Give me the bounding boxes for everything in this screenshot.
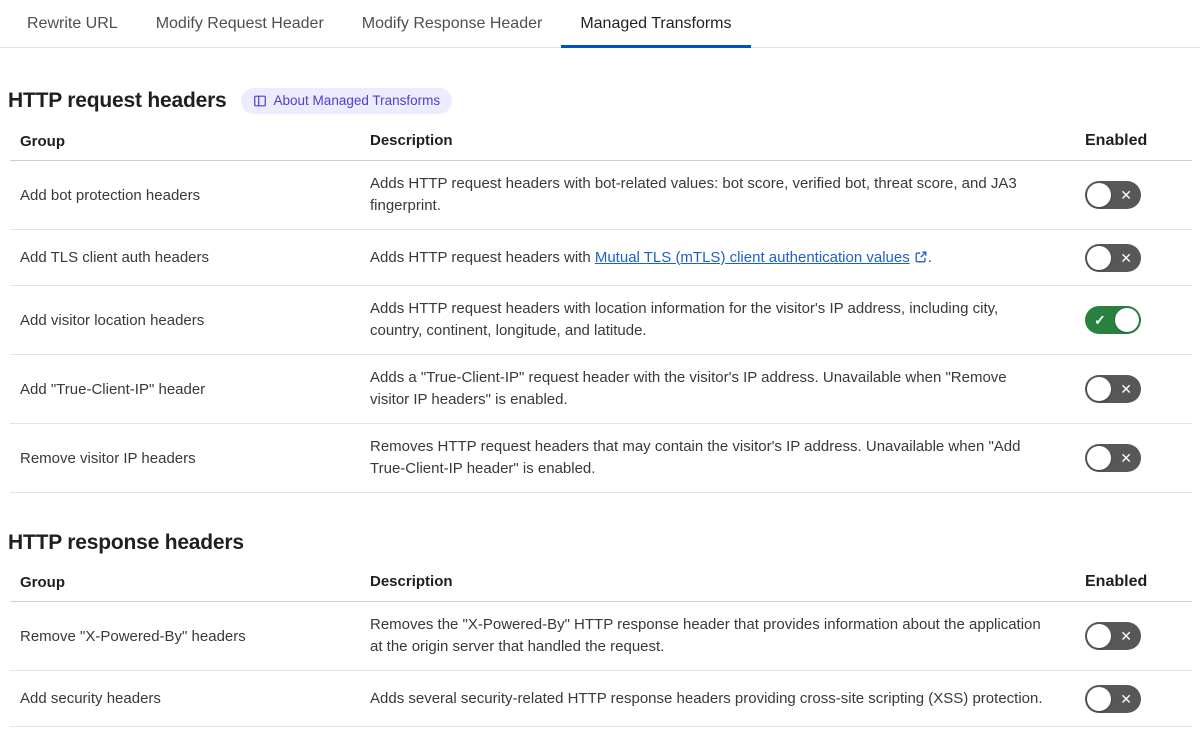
toggle-remove-x-powered-by-headers[interactable]: ✕ ✓: [1085, 622, 1141, 650]
toggle-knob: [1115, 308, 1139, 332]
table-row: Add TLS client auth headers Adds HTTP re…: [10, 230, 1192, 286]
column-header-group: Group: [20, 573, 65, 591]
column-header-enabled: Enabled: [1085, 132, 1148, 149]
book-icon: [253, 94, 267, 108]
toggle-knob: [1087, 377, 1111, 401]
table-row: Add visitor location headers Adds HTTP r…: [10, 286, 1192, 355]
request-table-header-row: Group Description Enabled: [10, 126, 1192, 161]
description-cell: Adds HTTP request headers with Mutual TL…: [370, 248, 932, 266]
table-row: Add security headers Adds several securi…: [10, 671, 1192, 727]
table-row: Add bot protection headers Adds HTTP req…: [10, 161, 1192, 230]
description-cell: Removes HTTP request headers that may co…: [370, 438, 1021, 477]
group-cell: Add "True-Client-IP" header: [20, 380, 206, 398]
tab-rewrite-url[interactable]: Rewrite URL: [8, 0, 137, 47]
x-icon: ✕: [1120, 381, 1132, 397]
check-icon: ✓: [1094, 312, 1106, 328]
response-section-title: HTTP response headers: [8, 531, 244, 554]
x-icon: ✕: [1120, 187, 1132, 203]
group-cell: Remove visitor IP headers: [20, 449, 196, 467]
column-header-group: Group: [20, 132, 65, 150]
description-cell: Adds a "True-Client-IP" request header w…: [370, 369, 1007, 408]
tab-modify-request-header[interactable]: Modify Request Header: [137, 0, 343, 47]
description-cell: Removes the "X-Powered-By" HTTP response…: [370, 616, 1041, 655]
column-header-enabled: Enabled: [1085, 573, 1148, 590]
group-cell: Add bot protection headers: [20, 186, 201, 204]
request-section-title: HTTP request headers: [8, 89, 227, 112]
x-icon: ✕: [1120, 628, 1132, 644]
toggle-remove-visitor-ip-headers[interactable]: ✕ ✓: [1085, 444, 1141, 472]
table-row: Add "True-Client-IP" header Adds a "True…: [10, 355, 1192, 424]
request-section-header: HTTP request headers About Managed Trans…: [0, 88, 1200, 114]
group-cell: Add security headers: [20, 690, 161, 707]
toggle-add-bot-protection-headers[interactable]: ✕ ✓: [1085, 181, 1141, 209]
description-cell: Adds several security-related HTTP respo…: [370, 689, 1043, 707]
mtls-authentication-link[interactable]: Mutual TLS (mTLS) client authentication …: [595, 249, 928, 266]
description-cell: Adds HTTP request headers with bot-relat…: [370, 175, 1017, 214]
tab-bar: Rewrite URL Modify Request Header Modify…: [0, 0, 1200, 48]
request-headers-table: Group Description Enabled Add bot protec…: [10, 126, 1192, 493]
toggle-knob: [1087, 446, 1111, 470]
tab-managed-transforms[interactable]: Managed Transforms: [561, 0, 751, 48]
toggle-add-security-headers[interactable]: ✕ ✓: [1085, 684, 1141, 713]
external-link-icon: [910, 249, 928, 266]
tab-modify-response-header[interactable]: Modify Response Header: [343, 0, 562, 47]
column-header-description: Description: [370, 573, 453, 590]
toggle-knob: [1087, 624, 1111, 648]
response-section-header: HTTP response headers: [0, 531, 1200, 555]
group-cell: Add visitor location headers: [20, 311, 205, 329]
table-row: Remove visitor IP headers Removes HTTP r…: [10, 424, 1192, 493]
x-icon: ✕: [1120, 450, 1132, 466]
toggle-knob: [1087, 245, 1111, 270]
toggle-add-tls-client-auth-headers[interactable]: ✕ ✓: [1085, 243, 1141, 272]
group-cell: Add TLS client auth headers: [20, 249, 210, 266]
toggle-add-true-client-ip-header[interactable]: ✕ ✓: [1085, 375, 1141, 403]
x-icon: ✕: [1120, 249, 1132, 266]
group-cell: Remove "X-Powered-By" headers: [20, 627, 246, 645]
toggle-knob: [1087, 183, 1111, 207]
toggle-knob: [1087, 686, 1111, 711]
x-icon: ✕: [1120, 690, 1132, 707]
column-header-description: Description: [370, 132, 453, 149]
description-cell: Adds HTTP request headers with location …: [370, 300, 999, 339]
response-headers-table: Group Description Enabled Remove "X-Powe…: [10, 567, 1192, 727]
response-table-header-row: Group Description Enabled: [10, 567, 1192, 602]
about-managed-transforms-badge[interactable]: About Managed Transforms: [240, 88, 453, 114]
table-row: Remove "X-Powered-By" headers Removes th…: [10, 602, 1192, 671]
toggle-add-visitor-location-headers[interactable]: ✕ ✓: [1085, 306, 1141, 334]
badge-label: About Managed Transforms: [273, 93, 441, 108]
